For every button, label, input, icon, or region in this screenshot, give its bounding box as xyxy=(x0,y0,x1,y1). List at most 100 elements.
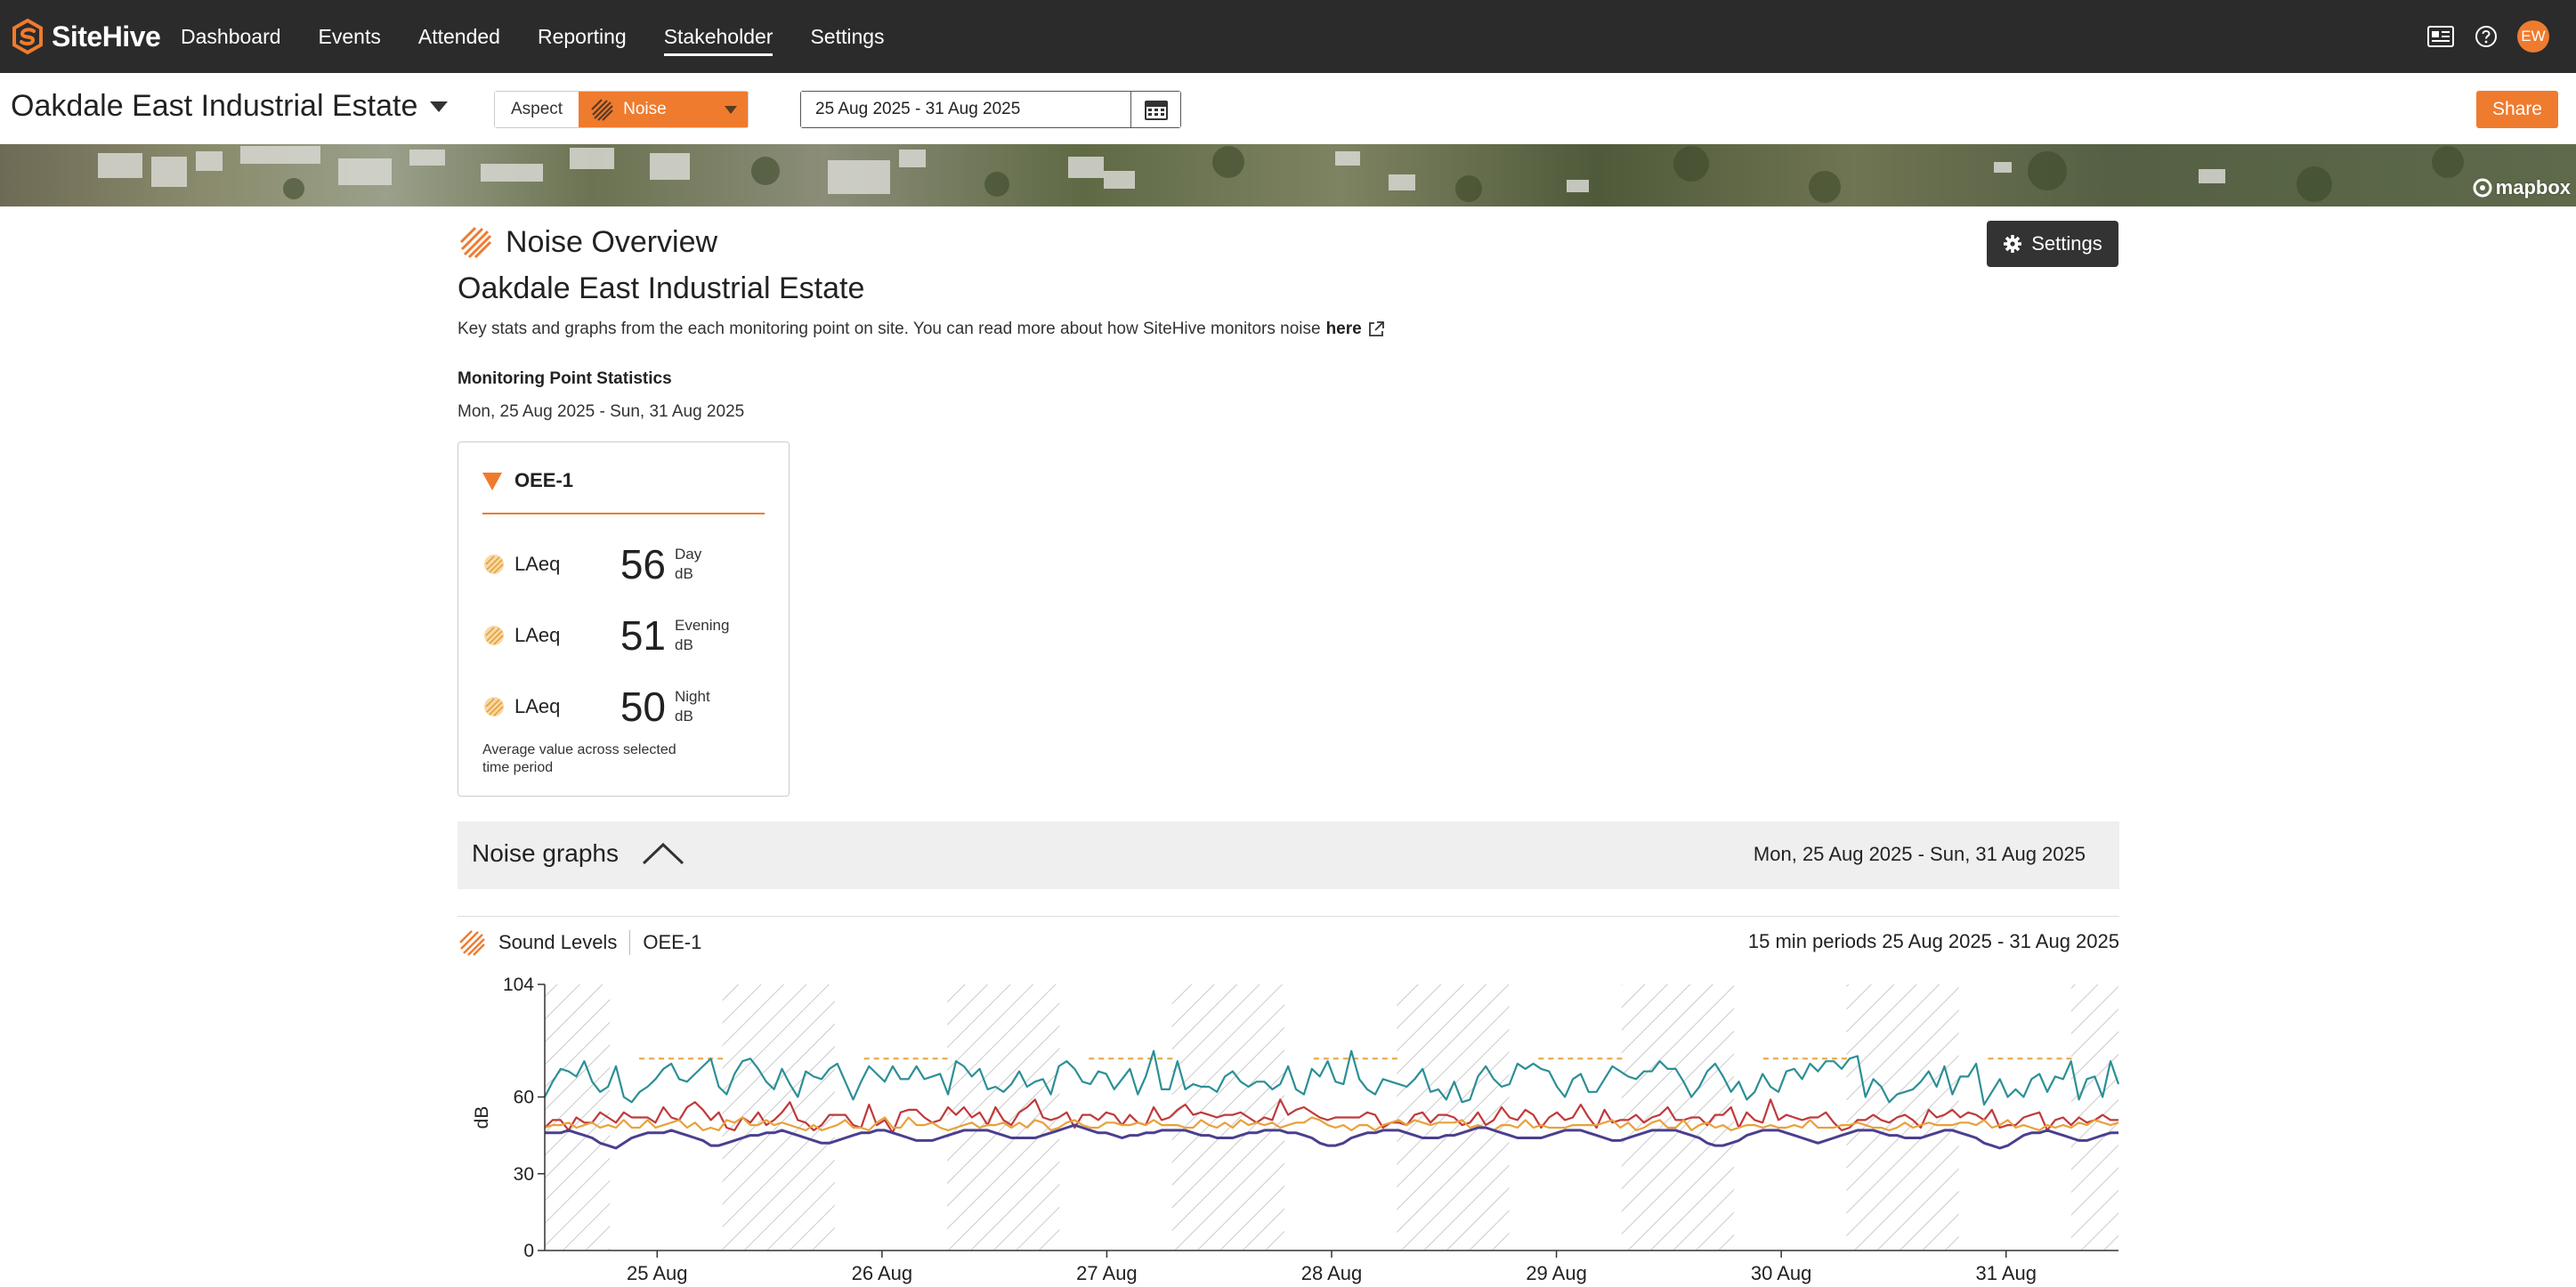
caret-down-icon xyxy=(430,101,449,112)
map-imagery xyxy=(98,146,2464,203)
stat-value: 50 xyxy=(620,684,666,730)
stat-unit: Evening dB xyxy=(675,616,729,655)
chart-period: 15 min periods 25 Aug 2025 - 31 Aug 2025 xyxy=(1747,930,2119,952)
monitor-marker-icon xyxy=(482,473,502,490)
night-shading xyxy=(1171,984,1219,1251)
chart-title: Sound Levels xyxy=(498,931,618,953)
stat-value: 56 xyxy=(620,541,666,587)
stat-unit: Night dB xyxy=(675,687,710,726)
noise-icon xyxy=(591,99,613,121)
chart-title-group: Sound Levels OEE-1 xyxy=(458,928,701,957)
stat-row-night: LAeq 50 Night dB xyxy=(482,684,767,730)
night-shading xyxy=(1219,984,1284,1251)
top-navbar: SiteHive Dashboard Events Attended Repor… xyxy=(0,0,2576,73)
stat-period-label: Evening xyxy=(675,617,730,634)
mapbox-attribution[interactable]: mapbox xyxy=(2473,176,2571,199)
news-icon[interactable] xyxy=(2426,25,2455,48)
y-tick-label: 30 xyxy=(514,1164,534,1185)
separator xyxy=(629,930,631,955)
noise-graphs-toggle[interactable]: Noise graphs xyxy=(472,839,685,868)
night-shading xyxy=(1621,984,1669,1251)
overview-header: Noise Overview xyxy=(458,224,717,260)
site-name-heading: Oakdale East Industrial Estate xyxy=(458,271,865,305)
laeq-icon xyxy=(484,554,504,574)
stat-row-day: LAeq 56 Day dB xyxy=(482,541,767,587)
brand-name: SiteHive xyxy=(52,20,161,53)
monitor-stat-card[interactable]: OEE-1 LAeq 56 Day dB LAeq 51 Evening dB … xyxy=(458,441,790,797)
stat-metric: LAeq xyxy=(482,695,616,718)
date-range-input[interactable] xyxy=(801,92,1130,127)
stats-period: Mon, 25 Aug 2025 - Sun, 31 Aug 2025 xyxy=(458,402,745,421)
sound-levels-chart[interactable]: 0 30 60 104 dB 25 Aug 26 Aug 27 Aug 28 Aug 29 Aug… xyxy=(458,970,2131,1287)
monitor-name: OEE-1 xyxy=(514,469,574,491)
gear-icon xyxy=(2004,235,2022,253)
caret-down-icon xyxy=(725,106,738,114)
calendar-icon xyxy=(1144,101,1168,120)
laeq-icon xyxy=(484,626,504,645)
description-text: Key stats and graphs from the each monit… xyxy=(458,320,1321,338)
aspect-label: Aspect xyxy=(495,92,579,127)
stat-unit-label: dB xyxy=(675,636,693,653)
noise-graphs-header[interactable]: Noise graphs Mon, 25 Aug 2025 - Sun, 31 … xyxy=(458,822,2119,889)
night-shading xyxy=(1668,984,1735,1251)
calendar-button[interactable] xyxy=(1130,92,1180,127)
nav-stakeholder[interactable]: Stakeholder xyxy=(663,20,773,56)
main-nav: Dashboard Events Attended Reporting Stak… xyxy=(181,0,922,73)
y-tick-label: 60 xyxy=(514,1088,534,1108)
stat-metric-label: LAeq xyxy=(514,624,561,646)
mapbox-label: mapbox xyxy=(2495,176,2571,198)
card-header: OEE-1 xyxy=(482,469,573,492)
noise-icon xyxy=(459,226,492,259)
chevron-up-icon xyxy=(642,842,685,865)
site-selector[interactable]: Oakdale East Industrial Estate xyxy=(11,89,449,124)
nav-dashboard[interactable]: Dashboard xyxy=(181,20,281,54)
share-button[interactable]: Share xyxy=(2475,91,2558,128)
site-selector-label: Oakdale East Industrial Estate xyxy=(11,89,418,123)
date-range-picker xyxy=(800,91,1181,128)
site-toolbar: Oakdale East Industrial Estate Aspect No… xyxy=(0,73,2576,144)
user-avatar[interactable]: EW xyxy=(2517,20,2549,53)
external-link-icon[interactable] xyxy=(1367,320,1385,338)
stat-unit-label: dB xyxy=(675,708,693,724)
noise-graphs-title: Noise graphs xyxy=(472,839,619,867)
chart-header: Sound Levels OEE-1 15 min periods 25 Aug… xyxy=(458,928,2119,957)
laeq-icon xyxy=(484,697,504,716)
noise-graphs-period: Mon, 25 Aug 2025 - Sun, 31 Aug 2025 xyxy=(1753,843,2086,865)
x-tick-label: 31 Aug xyxy=(1975,1262,2037,1284)
y-axis-label: dB xyxy=(472,1106,492,1129)
nav-attended[interactable]: Attended xyxy=(418,20,500,54)
nav-settings[interactable]: Settings xyxy=(810,20,884,54)
stat-value: 51 xyxy=(620,612,666,659)
nav-reporting[interactable]: Reporting xyxy=(538,20,627,54)
aspect-selector: Aspect Noise xyxy=(494,91,749,128)
stat-period-label: Night xyxy=(675,688,710,705)
card-footnote: Average value across selected time perio… xyxy=(482,742,676,775)
mapbox-logo-icon xyxy=(2473,178,2492,198)
sitehive-logo[interactable]: SiteHive xyxy=(9,16,161,57)
overview-description: Key stats and graphs from the each monit… xyxy=(458,320,1385,339)
read-more-link[interactable]: here xyxy=(1326,320,1362,339)
top-right-tools: EW xyxy=(2426,18,2549,55)
site-map[interactable]: mapbox xyxy=(0,144,2576,206)
overview-settings-button[interactable]: Settings xyxy=(1987,221,2118,267)
stat-period-label: Day xyxy=(675,546,702,563)
stat-metric-label: LAeq xyxy=(514,695,561,717)
stat-row-evening: LAeq 51 Evening dB xyxy=(482,612,767,659)
stat-unit-label: dB xyxy=(675,565,693,582)
night-shading xyxy=(994,984,1060,1251)
settings-button-label: Settings xyxy=(2031,232,2102,255)
y-tick-label: 104 xyxy=(503,975,534,995)
night-shading xyxy=(769,984,835,1251)
card-divider xyxy=(482,513,765,514)
aspect-value: Noise xyxy=(623,100,667,118)
x-tick-label: 25 Aug xyxy=(627,1262,688,1284)
help-icon[interactable] xyxy=(2475,25,2498,48)
stat-metric: LAeq xyxy=(482,624,616,647)
nav-events[interactable]: Events xyxy=(319,20,381,54)
stats-section-title: Monitoring Point Statistics xyxy=(458,369,672,388)
aspect-dropdown[interactable]: Noise xyxy=(579,92,749,127)
x-tick-label: 27 Aug xyxy=(1076,1262,1138,1284)
stat-metric-label: LAeq xyxy=(514,553,561,575)
chart-monitor: OEE-1 xyxy=(643,931,702,953)
stat-metric: LAeq xyxy=(482,553,616,576)
